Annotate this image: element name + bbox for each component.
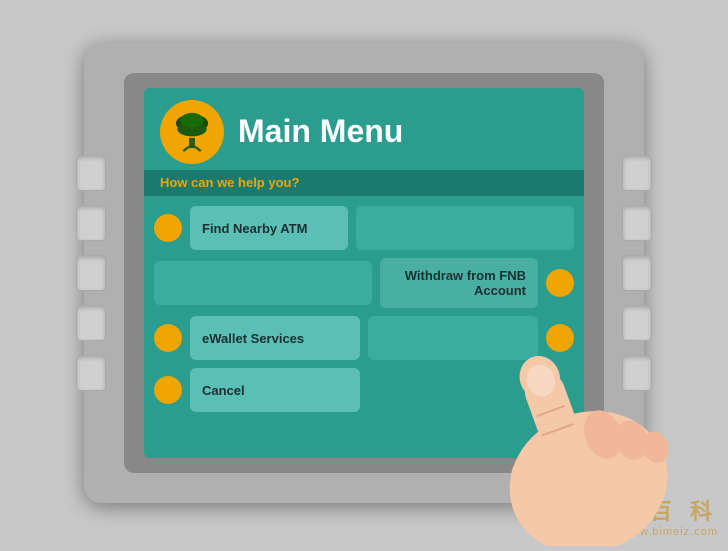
menu-content: Find Nearby ATM Withdraw from FNB Accoun… bbox=[144, 196, 584, 458]
empty-right-indicator bbox=[546, 324, 574, 352]
ewallet-button[interactable]: eWallet Services bbox=[190, 316, 360, 360]
left-btn-3[interactable] bbox=[76, 255, 106, 291]
withdraw-group: Withdraw from FNB Account bbox=[380, 258, 574, 308]
watermark-chinese: 生 活 百 科 bbox=[570, 494, 718, 526]
ewallet-group: eWallet Services bbox=[154, 316, 360, 360]
screen-header: Main Menu bbox=[144, 88, 584, 170]
tree-icon bbox=[170, 110, 214, 154]
menu-row-2: Withdraw from FNB Account bbox=[154, 258, 574, 308]
right-side-buttons bbox=[622, 155, 652, 391]
fnb-logo bbox=[160, 100, 224, 164]
cancel-group: Cancel bbox=[154, 368, 360, 412]
find-atm-indicator bbox=[154, 214, 182, 242]
cancel-indicator bbox=[154, 376, 182, 404]
right-btn-3[interactable] bbox=[622, 255, 652, 291]
left-btn-1[interactable] bbox=[76, 155, 106, 191]
watermark-url: www.bimeiz.com bbox=[622, 526, 718, 538]
main-menu-title: Main Menu bbox=[238, 114, 403, 149]
subtitle-text: How can we help you? bbox=[160, 175, 299, 190]
left-side-buttons bbox=[76, 155, 106, 391]
left-btn-2[interactable] bbox=[76, 205, 106, 241]
right-btn-2[interactable] bbox=[622, 205, 652, 241]
atm-screen: Main Menu How can we help you? Find Near… bbox=[144, 88, 584, 458]
menu-row-3: eWallet Services bbox=[154, 316, 574, 360]
watermark: 生 活 百 科 www.bimeiz.com bbox=[570, 494, 718, 538]
find-atm-group: Find Nearby ATM bbox=[154, 206, 348, 250]
subtitle-bar: How can we help you? bbox=[144, 170, 584, 196]
withdraw-button[interactable]: Withdraw from FNB Account bbox=[380, 258, 538, 308]
menu-row-4: Cancel bbox=[154, 368, 574, 412]
withdraw-indicator bbox=[546, 269, 574, 297]
atm-machine: Main Menu How can we help you? Find Near… bbox=[84, 43, 644, 503]
left-btn-5[interactable] bbox=[76, 355, 106, 391]
empty-slot-mid-left bbox=[154, 261, 372, 305]
right-btn-5[interactable] bbox=[622, 355, 652, 391]
empty-slot-ewallet-right bbox=[368, 316, 538, 360]
header-text: Main Menu bbox=[238, 114, 403, 149]
menu-row-1: Find Nearby ATM bbox=[154, 206, 574, 250]
find-atm-button[interactable]: Find Nearby ATM bbox=[190, 206, 348, 250]
empty-slot-top-right bbox=[356, 206, 574, 250]
ewallet-indicator bbox=[154, 324, 182, 352]
empty-right-ewallet bbox=[368, 316, 574, 360]
left-btn-4[interactable] bbox=[76, 305, 106, 341]
right-btn-1[interactable] bbox=[622, 155, 652, 191]
screen-bezel: Main Menu How can we help you? Find Near… bbox=[124, 73, 604, 473]
right-btn-4[interactable] bbox=[622, 305, 652, 341]
cancel-button[interactable]: Cancel bbox=[190, 368, 360, 412]
